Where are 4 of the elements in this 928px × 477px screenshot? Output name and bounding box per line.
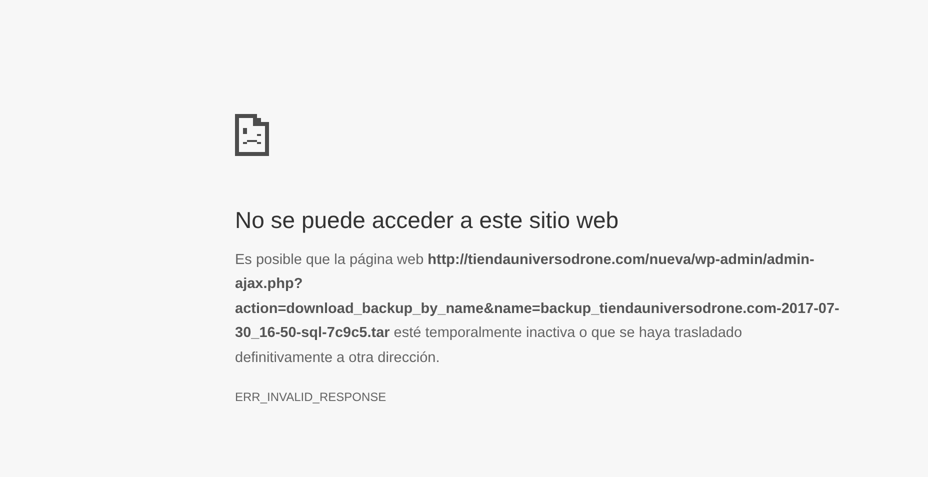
error-message: Es posible que la página web http://tiendauniversodrone.com/nueva/wp-admin/admin-ajax.php?action=download_backup_by_name&name=backup_tiendauniversodrone.com-2017-07-30_16-50-sql-7c9c5.tar esté temporalmente inactiva o que se haya trasladado definitivamente a otra dirección. — [235, 250, 840, 368]
error-heading: No se puede acceder a este sitio web — [235, 206, 619, 235]
sad-page-icon — [235, 114, 269, 156]
error-code: ERR_INVALID_RESPONSE — [235, 390, 386, 404]
